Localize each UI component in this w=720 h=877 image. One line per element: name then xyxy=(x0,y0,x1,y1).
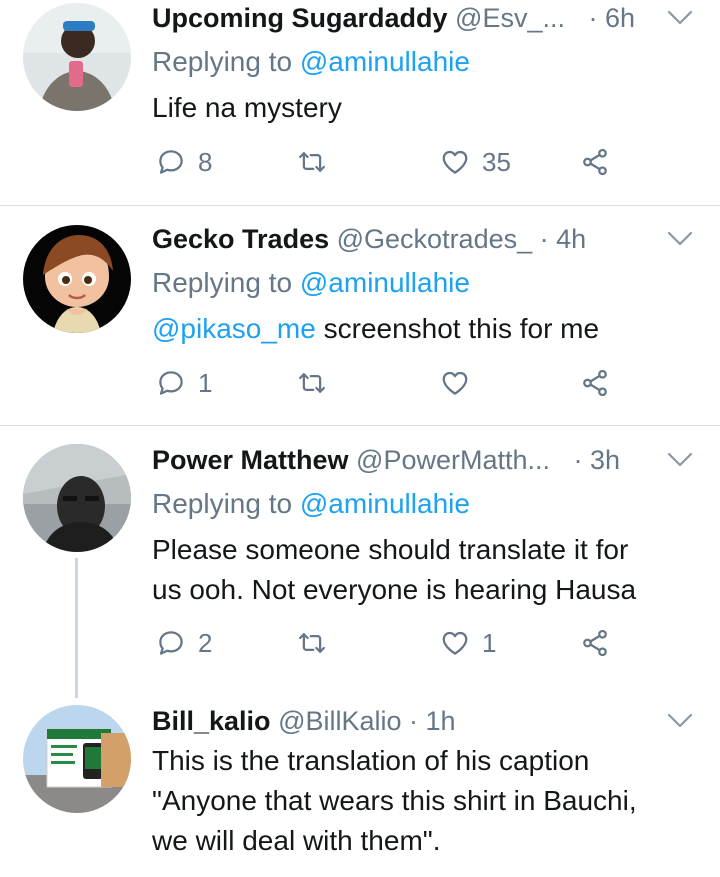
retweet-button[interactable] xyxy=(297,142,327,182)
reply-count: 8 xyxy=(198,146,213,177)
tweet-text: This is the translation of his caption "… xyxy=(152,741,700,861)
avatar[interactable] xyxy=(23,444,131,552)
replying-label: Replying to xyxy=(152,488,293,519)
text-mention[interactable]: @pikaso_me xyxy=(152,313,316,344)
display-name[interactable]: Power Matthew xyxy=(152,445,349,475)
share-icon xyxy=(580,628,610,658)
timestamp[interactable]: · 6h xyxy=(589,3,636,33)
avatar[interactable] xyxy=(23,3,131,111)
tweet-header: Upcoming Sugardaddy @Esv_... · 6h xyxy=(152,0,700,36)
tweet-header: Power Matthew @PowerMatth... · 3h xyxy=(152,442,700,478)
display-name[interactable]: Bill_kalio xyxy=(152,706,271,736)
reply-button[interactable]: 8 xyxy=(156,142,212,182)
tweet-actions: 8 35 xyxy=(152,142,632,182)
chevron-down-icon[interactable] xyxy=(666,711,694,731)
tweet-header: Bill_kalio @BillKalio · 1h xyxy=(152,703,700,739)
chevron-down-icon[interactable] xyxy=(666,229,694,249)
reply-button[interactable]: 1 xyxy=(156,363,212,403)
avatar[interactable] xyxy=(23,225,131,333)
tweet-text: @pikaso_me screenshot this for me xyxy=(152,309,700,349)
tweet-text-line: Life na mystery xyxy=(152,92,342,123)
avatar[interactable] xyxy=(23,705,131,813)
share-icon xyxy=(580,147,610,177)
display-name[interactable]: Upcoming Sugardaddy xyxy=(152,3,448,33)
divider xyxy=(0,205,720,206)
tweet-actions: 1 xyxy=(152,363,632,403)
retweet-icon xyxy=(297,628,327,658)
share-button[interactable] xyxy=(580,142,610,182)
heart-icon xyxy=(440,147,470,177)
share-button[interactable] xyxy=(580,623,610,663)
like-button[interactable]: 1 xyxy=(440,623,496,663)
replying-mention[interactable]: @aminullahie xyxy=(300,267,470,298)
like-button[interactable] xyxy=(440,363,470,403)
retweet-button[interactable] xyxy=(297,623,327,663)
tweet-text-line: Please someone should translate it for xyxy=(152,534,629,565)
reply-button[interactable]: 2 xyxy=(156,623,212,663)
replying-to: Replying to @aminullahie xyxy=(152,484,700,524)
divider xyxy=(0,425,720,426)
reply-icon xyxy=(156,628,186,658)
chevron-down-icon[interactable] xyxy=(666,450,694,470)
tweet-text-line: "Anyone that wears this shirt in Bauchi, xyxy=(152,785,637,816)
username[interactable]: @BillKalio xyxy=(278,706,401,736)
reply-icon xyxy=(156,368,186,398)
tweet-text-line: we will deal with them". xyxy=(152,825,441,856)
replying-to: Replying to @aminullahie xyxy=(152,263,700,303)
thread-connector xyxy=(75,558,78,698)
tweet-text-line: us ooh. Not everyone is hearing Hausa xyxy=(152,574,637,605)
heart-icon xyxy=(440,368,470,398)
reply-count: 1 xyxy=(198,367,213,398)
tweet-text-line: This is the translation of his caption xyxy=(152,745,590,776)
reply-icon xyxy=(156,147,186,177)
heart-icon xyxy=(440,628,470,658)
timestamp[interactable]: · 3h xyxy=(574,445,621,475)
tweet-actions: 2 1 xyxy=(152,623,632,663)
tweet-header: Gecko Trades @Geckotrades_ · 4h xyxy=(152,221,700,257)
display-name[interactable]: Gecko Trades xyxy=(152,224,329,254)
tweet-text-line: screenshot this for me xyxy=(315,313,600,344)
like-button[interactable]: 35 xyxy=(440,142,511,182)
retweet-button[interactable] xyxy=(297,363,327,403)
like-count: 1 xyxy=(482,627,497,658)
username[interactable]: @PowerMatth... xyxy=(356,445,550,475)
tweet-text: Please someone should translate it for u… xyxy=(152,530,700,610)
timestamp[interactable]: · 1h xyxy=(409,706,456,736)
tweet-text: Life na mystery xyxy=(152,88,700,128)
replying-mention[interactable]: @aminullahie xyxy=(300,488,470,519)
retweet-icon xyxy=(297,147,327,177)
replying-to: Replying to @aminullahie xyxy=(152,42,700,82)
replying-label: Replying to xyxy=(152,46,293,77)
replying-label: Replying to xyxy=(152,267,293,298)
timestamp[interactable]: · 4h xyxy=(540,224,587,254)
reply-count: 2 xyxy=(198,627,213,658)
share-button[interactable] xyxy=(580,363,610,403)
retweet-icon xyxy=(297,368,327,398)
chevron-down-icon[interactable] xyxy=(666,8,694,28)
like-count: 35 xyxy=(482,146,511,177)
username[interactable]: @Esv_... xyxy=(455,3,565,33)
username[interactable]: @Geckotrades_ xyxy=(337,224,533,254)
share-icon xyxy=(580,368,610,398)
replying-mention[interactable]: @aminullahie xyxy=(300,46,470,77)
